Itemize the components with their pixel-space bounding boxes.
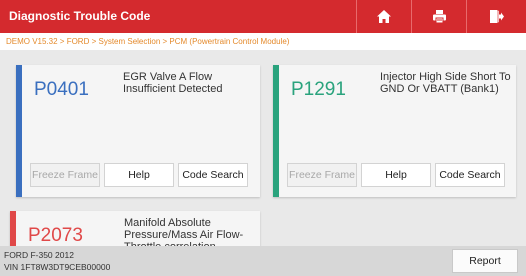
freeze-frame-button[interactable]: Freeze Frame — [287, 163, 357, 187]
dtc-card: P0401 EGR Valve A Flow Insufficient Dete… — [16, 65, 260, 197]
print-icon — [432, 10, 446, 24]
help-button[interactable]: Help — [104, 163, 174, 187]
dtc-card-bar — [16, 65, 22, 197]
report-button[interactable]: Report — [452, 249, 518, 273]
dtc-description: Injector High Side Short To GND Or VBATT… — [380, 71, 511, 95]
code-search-button[interactable]: Code Search — [178, 163, 248, 187]
home-icon — [377, 10, 391, 23]
dtc-description: Manifold Absolute Pressure/Mass Air Flow… — [124, 217, 244, 246]
code-search-button[interactable]: Code Search — [435, 163, 505, 187]
dtc-code: P1291 — [291, 79, 346, 100]
exit-button[interactable] — [466, 0, 526, 33]
page-title: Diagnostic Trouble Code — [9, 9, 151, 23]
dtc-card-bar — [273, 65, 279, 197]
breadcrumb: DEMO V15.32 > FORD > System Selection > … — [0, 33, 526, 50]
title-bar: Diagnostic Trouble Code — [0, 0, 526, 33]
vehicle-model: FORD F-350 2012 — [4, 250, 74, 260]
dtc-code: P0401 — [34, 79, 89, 100]
dtc-card: P2073 Manifold Absolute Pressure/Mass Ai… — [10, 211, 260, 246]
dtc-description: EGR Valve A Flow Insufficient Detected — [123, 71, 223, 95]
print-button[interactable] — [411, 0, 466, 33]
vehicle-vin: VIN 1FT8W3DT9CEB00000 — [4, 262, 111, 272]
help-button[interactable]: Help — [361, 163, 431, 187]
dtc-card: P1291 Injector High Side Short To GND Or… — [273, 65, 516, 197]
dtc-card-bar — [10, 211, 16, 246]
freeze-frame-button[interactable]: Freeze Frame — [30, 163, 100, 187]
dtc-code: P2073 — [28, 225, 83, 246]
home-button[interactable] — [356, 0, 411, 33]
dtc-list: P0401 EGR Valve A Flow Insufficient Dete… — [0, 50, 526, 246]
exit-icon — [490, 10, 504, 23]
vehicle-info-bar: FORD F-350 2012 VIN 1FT8W3DT9CEB00000 Re… — [0, 246, 526, 276]
